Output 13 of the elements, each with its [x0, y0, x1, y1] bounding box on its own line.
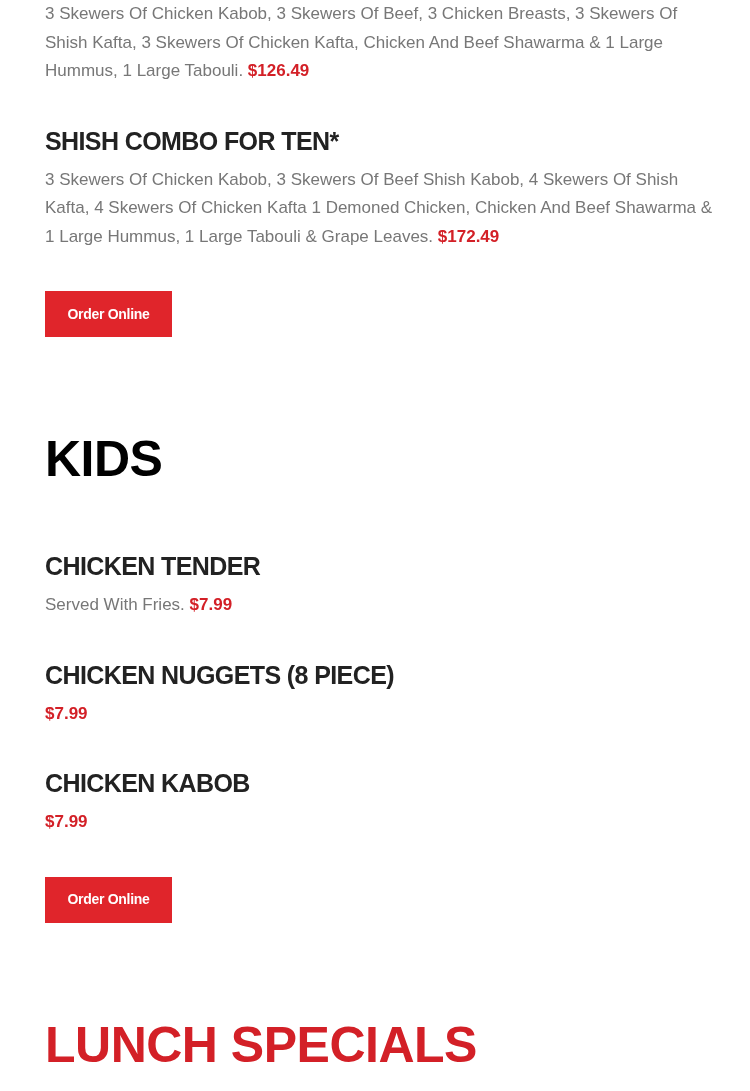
item-description: 3 Skewers Of Chicken Kabob, 3 Skewers Of Beef Shish Kabob, 4 Skewers Of Shish Kafta, 4 Skewers Of Chicken Kafta 1 Demoned Chicken, Chicken And Beef Shawarma & 1 Large Hummus, 1 Large Tabouli & Grape Leaves. $172.49: [45, 168, 714, 248]
item-price: $7.99: [45, 811, 89, 833]
section-heading: LUNCH SPECIALS: [45, 1015, 478, 1075]
item-description: 3 Skewers Of Chicken Kabob, 3 Skewers Of Beef, 3 Chicken Breasts, 3 Skewers Of Shish Kafta, 3 Skewers Of Chicken Kafta, Chicken And Beef Shawarma & 1 Large Hummus, 1 Large Tabouli. $126.49: [45, 3, 679, 82]
item-description: Served With Fries. $7.99: [45, 594, 234, 616]
order-online-button[interactable]: Order Online: [45, 876, 172, 923]
item-title: CHICKEN TENDER: [45, 551, 262, 581]
item-title: CHICKEN KABOB: [45, 768, 251, 798]
section-heading: KIDS: [45, 430, 164, 489]
item-price: $7.99: [45, 702, 89, 725]
order-online-button[interactable]: Order Online: [45, 291, 172, 337]
item-title: SHISH COMBO FOR TEN*: [45, 125, 340, 156]
item-title: CHICKEN NUGGETS (8 PIECE): [45, 659, 395, 690]
